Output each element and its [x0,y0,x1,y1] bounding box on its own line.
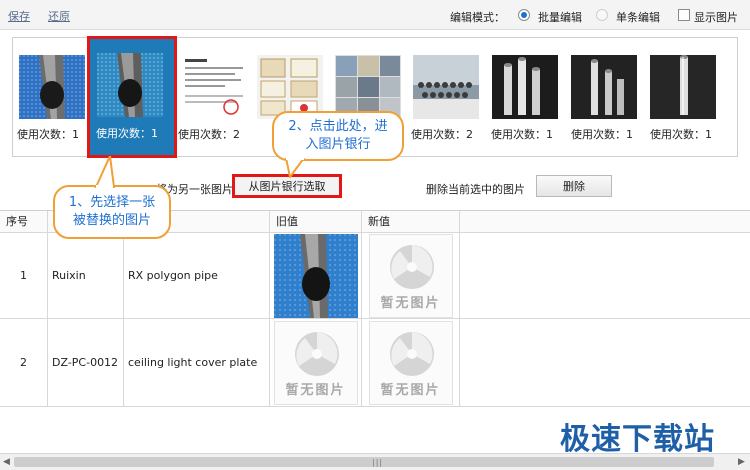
row-name: ceiling light cover plate [124,319,270,406]
old-image-photo [273,233,358,318]
usage-count-1: 使用次数：1 [17,128,79,141]
usage-count-8: 使用次数：1 [571,128,633,141]
horizontal-scrollbar[interactable]: ◀ ||| ▶ [0,453,750,470]
row-code: Ruixin [48,233,124,318]
step2-callout: 2、点击此处，进 入图片银行 [272,111,404,161]
image-thumb-9[interactable] [650,55,716,119]
usage-count-9: 使用次数：1 [650,128,712,141]
delete-button[interactable]: 删除 [536,175,612,197]
row-old-image[interactable] [270,233,362,318]
single-edit-radio[interactable] [596,9,608,21]
image-thumb-4[interactable] [257,55,323,119]
delete-selected-text: 删除当前选中的图片 [426,183,525,196]
scroll-thumb[interactable]: ||| [14,457,714,467]
row-new-image[interactable]: 暂无图片 [362,319,460,406]
data-table: 序号 旧值 新值 1 Ruixin RX polygon pipe 暂无图片 2… [0,210,750,407]
step2-callout-tail [284,158,306,178]
watermark-logo: 极速下载站 [560,422,715,457]
save-button[interactable]: 保存 [8,8,30,24]
image-thumb-7[interactable] [492,55,558,119]
step1-callout: 1、先选择一张 被替换的图片 [53,185,171,239]
no-image-placeholder: 暂无图片 [273,320,358,405]
col-header-old-value: 旧值 [270,211,362,233]
row-code: DZ-PC-0012 [48,319,124,406]
no-image-placeholder: 暂无图片 [368,320,453,405]
scroll-right-icon[interactable]: ▶ [738,457,745,467]
batch-edit-label: 批量编辑 [538,11,582,24]
single-edit-label: 单条编辑 [616,11,660,24]
col-header-index: 序号 [0,211,48,233]
row-name: RX polygon pipe [124,233,270,318]
no-image-placeholder: 暂无图片 [368,233,453,318]
image-thumb-6[interactable] [413,55,479,119]
no-image-text: 暂无图片 [380,382,441,398]
usage-count-7: 使用次数：1 [491,128,553,141]
table-row[interactable]: 1 Ruixin RX polygon pipe 暂无图片 [0,233,750,319]
show-image-checkbox[interactable] [678,9,690,21]
usage-count-3: 使用次数：2 [178,128,240,141]
no-image-text: 暂无图片 [380,295,441,311]
show-image-label: 显示图片 [694,11,738,24]
image-thumb-8[interactable] [571,55,637,119]
no-image-text: 暂无图片 [285,382,346,398]
image-thumb-3[interactable] [181,55,247,119]
col-header-new-value: 新值 [362,211,460,233]
table-row[interactable]: 2 DZ-PC-0012 ceiling light cover plate 暂… [0,319,750,407]
row-old-image[interactable]: 暂无图片 [270,319,362,406]
image-thumb-5[interactable] [335,55,401,119]
step1-callout-tail [94,156,116,188]
scroll-grip-icon: ||| [372,458,384,467]
edit-mode-label: 编辑模式： [450,11,505,24]
image-thumb-1[interactable] [19,55,85,119]
restore-button[interactable]: 还原 [48,8,70,24]
usage-count-6: 使用次数：2 [411,128,473,141]
row-index: 2 [0,319,48,406]
row-new-image[interactable]: 暂无图片 [362,233,460,318]
selected-image-box[interactable]: 使用次数：1 [87,36,177,158]
image-thumb-2[interactable] [97,53,163,117]
col-header-blank [460,211,750,233]
batch-edit-radio[interactable] [518,9,530,21]
scroll-left-icon[interactable]: ◀ [3,457,10,467]
usage-count-2: 使用次数：1 [96,127,158,140]
row-index: 1 [0,233,48,318]
toolbar: 保存 还原 编辑模式： 批量编辑 单条编辑 显示图片 [0,0,750,30]
